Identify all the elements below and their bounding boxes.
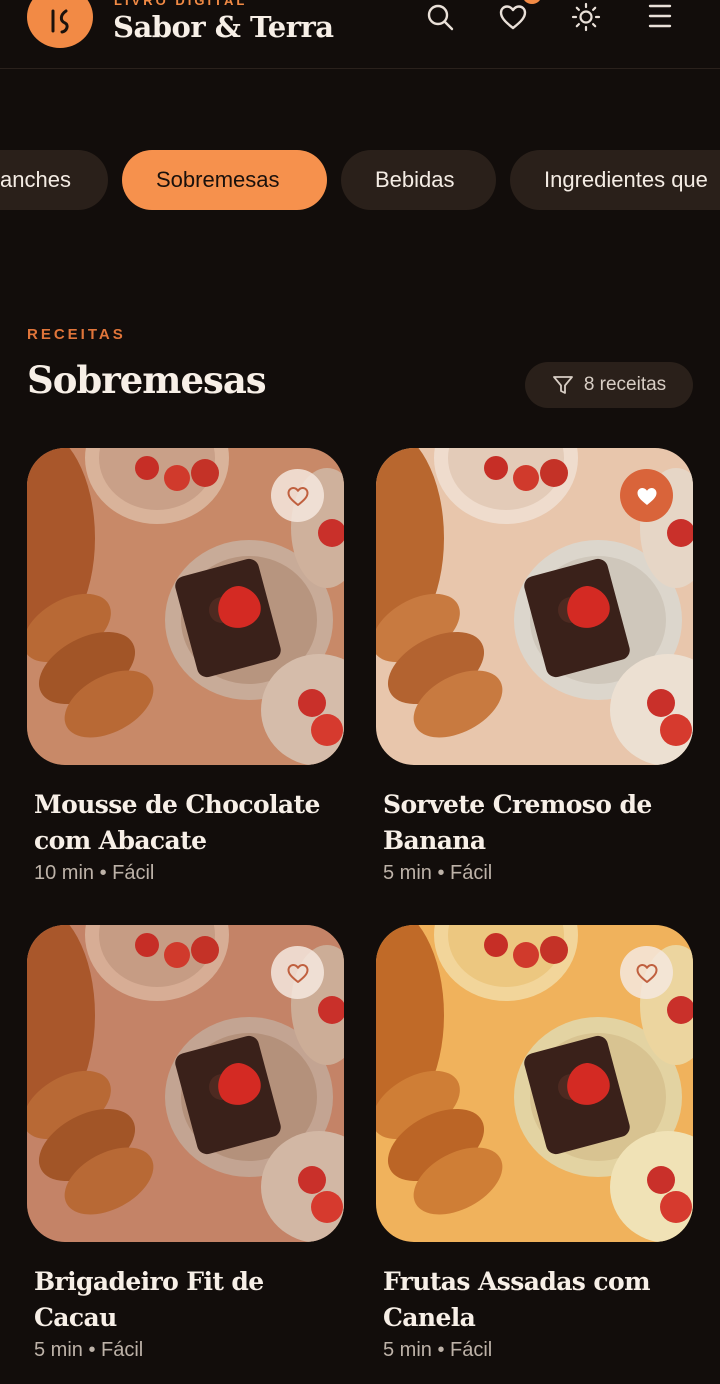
recipe-title[interactable]: Sorvete Cremoso de Banana — [376, 787, 693, 859]
top-bar: LIVRO DIGITAL Sabor & Terra — [0, 0, 720, 69]
recipe-count: 8 receitas — [583, 374, 667, 395]
brand-kicker: LIVRO DIGITAL — [114, 0, 248, 8]
heart-icon — [499, 5, 527, 30]
heart-icon — [287, 486, 308, 506]
tab-sobremesas[interactable]: Sobremesas — [122, 150, 327, 210]
tab-label: Sobremesas — [156, 167, 280, 192]
filter-button[interactable]: 8 receitas — [525, 362, 693, 408]
heart-filled-icon — [637, 487, 656, 505]
category-tabs: anches Sobremesas Bebidas Ingredientes q… — [0, 150, 720, 210]
tab-label: Ingredientes que — [544, 167, 708, 192]
heart-icon — [287, 963, 308, 983]
theme-toggle[interactable] — [568, 0, 604, 34]
favorites-button[interactable] — [495, 0, 542, 34]
section-kicker: RECEITAS — [27, 326, 126, 343]
recipe-title[interactable]: Mousse de Chocolate com Abacate — [27, 787, 344, 859]
favorite-button[interactable] — [271, 469, 324, 522]
recipe-title[interactable]: Frutas Assadas com Canela — [376, 1264, 693, 1336]
search-button[interactable] — [422, 0, 458, 34]
sun-icon — [571, 2, 601, 32]
heart-icon — [636, 963, 657, 983]
recipe-meta: 5 min • Fácil — [383, 1339, 493, 1361]
tab-lanches[interactable]: anches — [0, 150, 108, 210]
search-icon — [427, 4, 454, 31]
recipe-meta: 10 min • Fácil — [34, 862, 155, 884]
recipe-page: LIVRO DIGITAL Sabor & Terra anches Sobre… — [0, 0, 720, 1384]
recipe-card[interactable]: Mousse de Chocolate com Abacate 10 min •… — [27, 448, 344, 885]
logo[interactable] — [27, 0, 93, 48]
favorite-button[interactable] — [271, 946, 324, 999]
favorite-button[interactable] — [620, 946, 673, 999]
brand-name[interactable]: Sabor & Terra — [113, 10, 334, 44]
menu-button[interactable] — [642, 0, 678, 34]
tab-label: anches — [0, 167, 71, 192]
recipe-meta: 5 min • Fácil — [34, 1339, 144, 1361]
recipe-image[interactable] — [376, 925, 693, 1242]
page-title: Sobremesas — [27, 358, 267, 402]
recipe-image[interactable] — [27, 925, 344, 1242]
recipe-card[interactable]: Frutas Assadas com Canela 5 min • Fácil — [376, 925, 693, 1362]
favorite-button[interactable] — [620, 469, 673, 522]
recipe-image[interactable] — [376, 448, 693, 765]
filter-icon — [552, 376, 573, 394]
menu-icon — [648, 4, 672, 28]
logo-mark-icon — [51, 9, 69, 34]
recipe-card[interactable]: Brigadeiro Fit de Cacau 5 min • Fácil — [27, 925, 344, 1362]
recipe-image[interactable] — [27, 448, 344, 765]
tab-label: Bebidas — [375, 167, 455, 192]
tab-bebidas[interactable]: Bebidas — [341, 150, 496, 210]
recipe-title[interactable]: Brigadeiro Fit de Cacau — [27, 1264, 344, 1336]
recipe-meta: 5 min • Fácil — [383, 862, 493, 884]
recipe-card[interactable]: Sorvete Cremoso de Banana 5 min • Fácil — [376, 448, 693, 885]
tab-ingredientes[interactable]: Ingredientes que — [510, 150, 720, 210]
